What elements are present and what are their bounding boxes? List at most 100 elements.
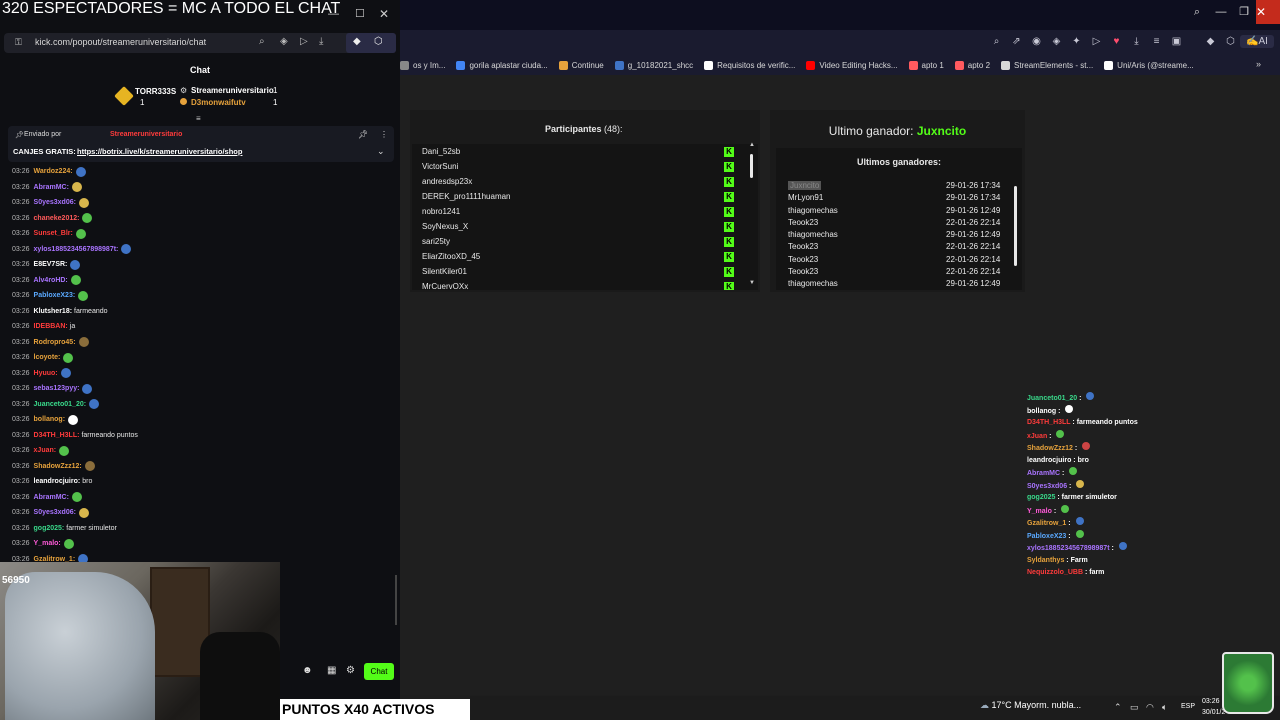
- bookmark-item[interactable]: StreamElements - st...: [1001, 60, 1093, 70]
- participants-scroll-thumb[interactable]: [750, 154, 753, 178]
- chat-scrollbar[interactable]: [395, 575, 397, 625]
- download-icon[interactable]: ⤓: [1130, 35, 1143, 48]
- bookmark-item[interactable]: apto 1: [908, 60, 944, 70]
- chat-username[interactable]: Alv4roHD:: [34, 277, 68, 284]
- diamond-icon[interactable]: ◆: [1204, 35, 1217, 48]
- chat-username[interactable]: AbramMC:: [34, 184, 69, 191]
- bookmark-item[interactable]: Video Editing Hacks...: [806, 60, 898, 70]
- overlay-chat-username: AbramMC: [1027, 470, 1061, 477]
- chat-username[interactable]: Hyuuo:: [34, 370, 58, 377]
- bookmark-item[interactable]: Continue: [558, 60, 604, 70]
- leader-2-count: 1: [273, 86, 278, 95]
- url-text[interactable]: kick.com/popout/streameruniversitario/ch…: [35, 37, 206, 47]
- winners-list[interactable]: Juxncito 29-01-26 17:34 MrLyon91 29-01-26 1…: [788, 180, 1012, 290]
- mug-image: [1222, 652, 1274, 714]
- heart-icon[interactable]: ♥: [1110, 35, 1123, 48]
- separator: :: [1067, 482, 1074, 490]
- kick-logo-icon: K: [724, 177, 734, 187]
- chat-timestamp: 03:26: [12, 447, 30, 455]
- ai-button[interactable]: ✍AI: [1240, 35, 1274, 48]
- shield-icon[interactable]: ◈: [280, 36, 288, 47]
- chat-username[interactable]: gog2025:: [34, 525, 65, 532]
- chat-username[interactable]: Klutsher18:: [34, 308, 73, 315]
- cube-icon[interactable]: ⬡: [374, 36, 383, 47]
- settings-icon[interactable]: ⚙: [346, 665, 355, 676]
- cloud-icon: ☁: [980, 700, 989, 710]
- bookmark-item[interactable]: gorila aplastar ciuda...: [456, 60, 548, 70]
- camera-icon[interactable]: ◉: [1030, 35, 1043, 48]
- bookmark-item[interactable]: Requisitos de verific...: [704, 60, 795, 70]
- more-options-icon[interactable]: ⋮: [380, 130, 388, 139]
- close-icon[interactable]: ✕: [379, 7, 389, 21]
- monitor-icon[interactable]: ▭: [1130, 702, 1139, 713]
- chat-message: 03:26 Sunset_Blr:: [12, 226, 392, 242]
- bookmark-item[interactable]: Uni/Aris (@streame...: [1104, 60, 1194, 70]
- chat-username[interactable]: Y_malo:: [34, 540, 61, 547]
- chat-username[interactable]: leandrocjuiro:: [34, 478, 81, 485]
- chat-username[interactable]: lcoyote:: [34, 354, 61, 361]
- language-indicator[interactable]: ESP: [1181, 703, 1195, 710]
- chat-username[interactable]: Rodropro45:: [34, 339, 76, 346]
- cube-icon[interactable]: ⬡: [1224, 35, 1237, 48]
- chat-message: 03:26 Klutsher18: farmeando: [12, 304, 392, 320]
- collapse-icon[interactable]: ≡: [196, 114, 201, 123]
- badge-icon: [180, 98, 187, 105]
- chat-username[interactable]: Wardoz224:: [34, 168, 73, 175]
- chevron-up-icon[interactable]: ⌃: [1114, 702, 1122, 713]
- chat-username[interactable]: ShadowZzz12:: [34, 463, 82, 470]
- pin-icon[interactable]: 📌︎: [358, 130, 368, 139]
- bookmark-item[interactable]: apto 2: [954, 60, 990, 70]
- search-icon[interactable]: ⌕: [990, 35, 1003, 48]
- menu-icon[interactable]: ≡: [1150, 35, 1163, 48]
- minimize-icon[interactable]: —: [328, 8, 339, 20]
- chat-username[interactable]: Juanceto01_20:: [34, 401, 87, 408]
- weather-widget[interactable]: ☁ 17°C Mayorm. nubla...: [980, 700, 1081, 711]
- chevron-right-icon[interactable]: »: [1256, 59, 1261, 69]
- chat-username[interactable]: AbramMC:: [34, 494, 69, 501]
- bookmark-item[interactable]: os y Im...: [400, 60, 445, 70]
- winner-row: thiagomechas 29-01-26 12:49: [788, 229, 1012, 241]
- play-icon[interactable]: ▷: [1090, 35, 1103, 48]
- chat-username[interactable]: chaneke2012:: [34, 215, 80, 222]
- chat-username[interactable]: Sunset_Blr:: [34, 230, 73, 237]
- scroll-up-icon[interactable]: ▲: [749, 142, 755, 148]
- play-icon[interactable]: ▷: [300, 36, 308, 47]
- chat-username[interactable]: bollanog:: [34, 416, 66, 423]
- participants-list[interactable]: Dani_52sb K VictorSuni Kandresdsp23x K DEREK_…: [412, 144, 758, 290]
- wallet-icon[interactable]: ▣: [1170, 35, 1183, 48]
- shield-icon[interactable]: ◈: [1050, 35, 1063, 48]
- overlay-chat-username: gog2025: [1027, 494, 1056, 501]
- chat-username[interactable]: xJuan:: [34, 447, 57, 454]
- share-icon[interactable]: ⇗: [1010, 35, 1023, 48]
- site-info-icon[interactable]: ⚿: [15, 37, 22, 48]
- winners-scroll-thumb[interactable]: [1014, 186, 1017, 266]
- chat-username[interactable]: PabloxeX23:: [34, 292, 76, 299]
- wifi-icon[interactable]: ◠: [1146, 702, 1154, 713]
- download-icon[interactable]: ⤓: [319, 36, 323, 47]
- bookmark-item[interactable]: g_10182021_shcc: [614, 60, 693, 70]
- chat-username[interactable]: S0yes3xd06:: [34, 509, 76, 516]
- chat-username[interactable]: E8EV7SR:: [34, 261, 68, 268]
- maximize-icon[interactable]: ☐: [355, 7, 365, 20]
- chevron-down-icon[interactable]: ⌄: [377, 146, 385, 157]
- chat-username[interactable]: D34TH_H3LL:: [34, 432, 80, 439]
- diamond-icon[interactable]: ◆: [353, 36, 361, 47]
- chat-send-button[interactable]: Chat: [364, 663, 394, 680]
- search-icon[interactable]: ⌕: [1190, 5, 1204, 19]
- chat-username[interactable]: IDEBBAN:: [34, 323, 68, 330]
- minimize-icon[interactable]: —: [1214, 5, 1228, 19]
- chat-message: 03:26 gog2025: farmer simuletor: [12, 521, 392, 537]
- webcam-feed: [0, 562, 280, 720]
- search-icon[interactable]: ⌕: [259, 36, 265, 47]
- scroll-down-icon[interactable]: ▼: [749, 280, 755, 286]
- volume-icon[interactable]: 🔈︎: [1162, 702, 1167, 713]
- store-icon[interactable]: ▦: [327, 665, 336, 676]
- chat-username[interactable]: S0yes3xd06:: [34, 199, 76, 206]
- pinned-link[interactable]: https://botrix.live/k/streameruniversita…: [77, 147, 242, 156]
- chat-username[interactable]: sebas123pyy:: [34, 385, 80, 392]
- emoji-icon[interactable]: ☻: [302, 665, 313, 676]
- maximize-icon[interactable]: ❐: [1237, 5, 1251, 19]
- chat-username[interactable]: xylos1885234567898987t:: [34, 246, 119, 253]
- extension-icon[interactable]: ✦: [1070, 35, 1083, 48]
- close-icon[interactable]: ✕: [1256, 0, 1280, 24]
